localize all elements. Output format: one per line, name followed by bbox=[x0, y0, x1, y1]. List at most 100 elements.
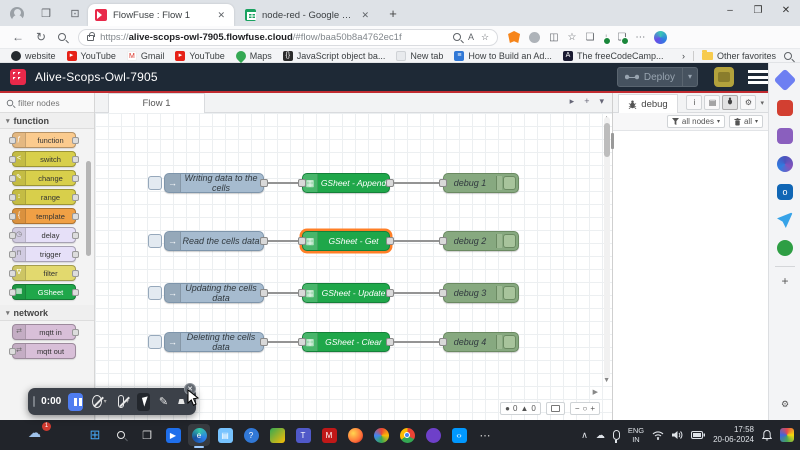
bookmark-item[interactable]: ▸YouTube bbox=[175, 51, 224, 61]
wire[interactable] bbox=[389, 182, 444, 184]
user-avatar[interactable] bbox=[714, 67, 734, 87]
palette-node-range[interactable]: ↕range bbox=[12, 189, 76, 205]
edge-browser-icon[interactable]: e bbox=[188, 424, 210, 446]
refresh-icon[interactable]: ↻ bbox=[36, 30, 46, 44]
extension-icon[interactable] bbox=[529, 32, 540, 43]
pause-button[interactable] bbox=[68, 393, 82, 411]
search-icon[interactable] bbox=[58, 30, 66, 44]
favorites-icon[interactable]: ☆ bbox=[568, 32, 577, 43]
bookmarks-overflow-icon[interactable]: › bbox=[682, 51, 685, 61]
inject-button[interactable] bbox=[148, 286, 162, 300]
wire[interactable] bbox=[389, 292, 444, 294]
browser-profile-icon[interactable] bbox=[10, 7, 24, 21]
tab-google-sheets[interactable]: node-red - Google Sheets ✕ bbox=[238, 4, 378, 26]
workspaces-icon[interactable]: ❒ bbox=[38, 6, 54, 22]
palette-node-mqtt-in[interactable]: ⇄mqtt in bbox=[12, 324, 76, 340]
search-bookmarks-icon[interactable] bbox=[784, 52, 792, 60]
info-tab-button[interactable]: i bbox=[686, 95, 702, 110]
sidebar-splitter-handle[interactable] bbox=[611, 133, 614, 149]
palette-node-mqtt-out[interactable]: ⇄mqtt out bbox=[12, 343, 76, 359]
inject-button[interactable] bbox=[148, 234, 162, 248]
flow-menu-icon[interactable]: ▾ bbox=[599, 96, 604, 107]
inject-button[interactable] bbox=[148, 335, 162, 349]
input-port[interactable] bbox=[439, 237, 447, 245]
recorder-app-icon[interactable] bbox=[780, 428, 794, 442]
inject-button[interactable] bbox=[148, 176, 162, 190]
filter-nodes-button[interactable]: all nodes ▾ bbox=[667, 115, 725, 128]
input-port[interactable] bbox=[439, 338, 447, 346]
favorite-star-icon[interactable]: ☆ bbox=[481, 32, 489, 43]
movies-tv-icon[interactable]: ▶ bbox=[162, 424, 184, 446]
flow-tab[interactable]: Flow 1 bbox=[108, 93, 205, 113]
speaker-icon[interactable] bbox=[672, 430, 683, 440]
github-desktop-icon[interactable] bbox=[422, 424, 444, 446]
input-port[interactable] bbox=[298, 237, 306, 245]
scroll-down-icon[interactable]: ▼ bbox=[603, 377, 610, 384]
output-port[interactable] bbox=[260, 237, 268, 245]
downloads-icon[interactable]: ↓ bbox=[603, 32, 608, 43]
output-port[interactable] bbox=[386, 289, 394, 297]
more-icon[interactable]: ⋯ bbox=[635, 32, 645, 43]
copilot-icon[interactable] bbox=[654, 31, 667, 44]
palette-category-network[interactable]: ▾ network bbox=[0, 305, 94, 321]
sync-icon[interactable]: ❏ bbox=[617, 32, 626, 43]
inject-node[interactable]: →Writing data to the cells bbox=[148, 173, 264, 193]
teams-icon[interactable]: T bbox=[292, 424, 314, 446]
taskbar-clock[interactable]: 17:5820-06-2024 bbox=[713, 425, 754, 446]
minimize-button[interactable]: – bbox=[716, 0, 744, 24]
taskbar-overflow-icon[interactable]: ⋯ bbox=[474, 424, 496, 446]
workspace-grid[interactable]: →Writing data to the cells ▦ GSheet - Ap… bbox=[95, 113, 612, 420]
palette-node-gsheet[interactable]: ▦GSheet bbox=[12, 284, 76, 300]
zoom-reset-button[interactable]: ○ bbox=[582, 404, 587, 413]
output-port[interactable] bbox=[260, 338, 268, 346]
navigator-button[interactable] bbox=[546, 402, 565, 415]
meet-icon[interactable] bbox=[266, 424, 288, 446]
read-aloud-icon[interactable]: A bbox=[468, 32, 474, 42]
bookmark-item[interactable]: ≡How to Build an Ad... bbox=[454, 51, 552, 61]
help-icon[interactable]: ? bbox=[240, 424, 262, 446]
filter-nodes-input[interactable] bbox=[18, 98, 82, 108]
chrome-icon[interactable] bbox=[396, 424, 418, 446]
camera-menu-icon[interactable]: ▾ bbox=[104, 398, 107, 405]
sidebar-menu-icon[interactable]: ▾ bbox=[760, 99, 764, 107]
firefox-icon[interactable] bbox=[344, 424, 366, 446]
microsoft365-icon[interactable] bbox=[777, 156, 793, 172]
tools-icon[interactable] bbox=[777, 100, 793, 116]
weather-widget-icon[interactable]: ☁ bbox=[28, 425, 41, 441]
split-screen-icon[interactable]: ◫ bbox=[549, 32, 558, 43]
microphone-icon[interactable] bbox=[613, 430, 620, 440]
camera-off-icon[interactable] bbox=[92, 395, 102, 408]
restore-button[interactable]: ❐ bbox=[744, 0, 772, 24]
output-port[interactable] bbox=[386, 338, 394, 346]
task-view-icon[interactable]: ❒ bbox=[136, 424, 158, 446]
bookmark-item[interactable]: website bbox=[11, 51, 56, 61]
outlook-icon[interactable]: o bbox=[777, 184, 793, 200]
tab-actions-icon[interactable]: ⊡ bbox=[67, 6, 83, 22]
cursor-tool-button[interactable] bbox=[137, 393, 150, 411]
wifi-icon[interactable] bbox=[652, 430, 664, 440]
inject-node[interactable]: →Read the cells data bbox=[148, 231, 264, 251]
input-port[interactable] bbox=[298, 338, 306, 346]
palette-node-switch[interactable]: <switch bbox=[12, 151, 76, 167]
palette-node-delay[interactable]: ◷delay bbox=[12, 227, 76, 243]
inject-node[interactable]: →Updating the cells data bbox=[148, 283, 264, 303]
input-port[interactable] bbox=[439, 179, 447, 187]
gsheet-get-node-selected[interactable]: ▦ GSheet - Get bbox=[302, 231, 390, 251]
output-port[interactable] bbox=[386, 237, 394, 245]
input-port[interactable] bbox=[298, 179, 306, 187]
bookmark-item[interactable]: ▸YouTube bbox=[67, 51, 116, 61]
new-tab-button[interactable]: + bbox=[384, 5, 402, 23]
debug-node[interactable]: debug 3 bbox=[443, 283, 519, 303]
lock-icon[interactable] bbox=[87, 35, 94, 41]
zoom-icon[interactable] bbox=[453, 33, 461, 41]
debug-toggle-button[interactable] bbox=[503, 234, 516, 248]
debug-node[interactable]: debug 4 bbox=[443, 332, 519, 352]
games-icon[interactable] bbox=[777, 128, 793, 144]
debug-tab-button[interactable] bbox=[722, 95, 738, 110]
mcafee-icon[interactable]: M bbox=[318, 424, 340, 446]
pinwheel-app-icon[interactable] bbox=[370, 424, 392, 446]
output-port[interactable] bbox=[260, 179, 268, 187]
taskbar-search-icon[interactable] bbox=[110, 424, 132, 446]
zoom-in-button[interactable]: + bbox=[590, 404, 595, 413]
microsoft-store-icon[interactable]: ▤ bbox=[214, 424, 236, 446]
